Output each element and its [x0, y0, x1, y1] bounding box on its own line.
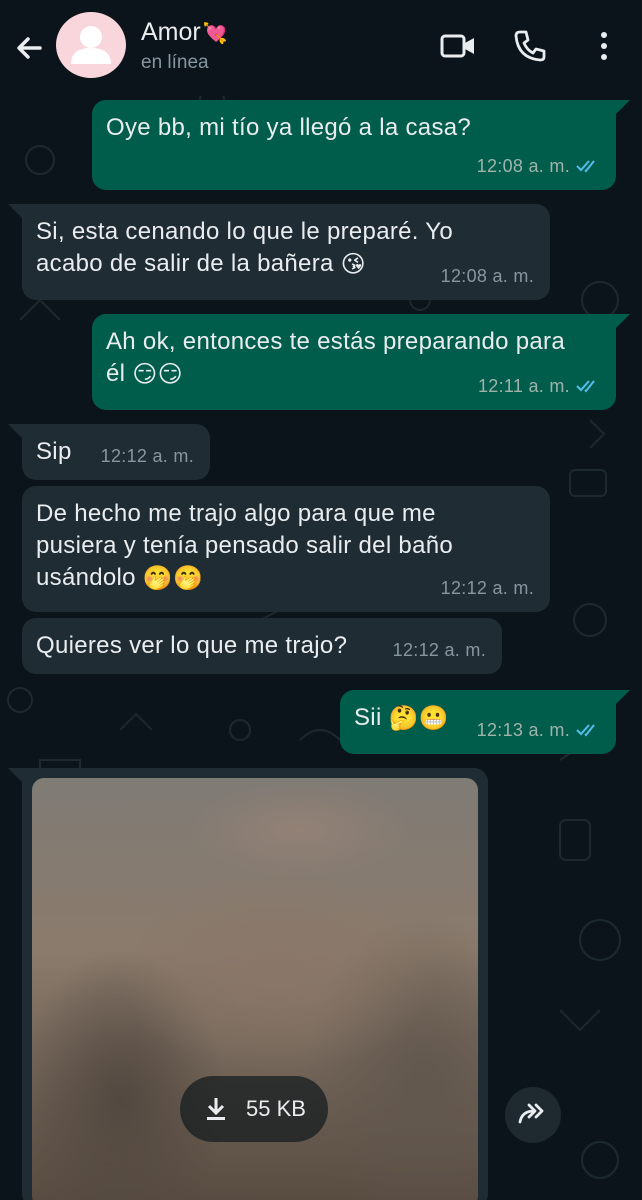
message-bubble-incoming[interactable]: Sip 12:12 a. m.	[22, 424, 210, 480]
read-receipt-icon	[576, 724, 595, 737]
message-meta: 12:08 a. m.	[441, 260, 534, 292]
message-bubble-outgoing[interactable]: Oye bb, mi tío ya llegó a la casa? 12:08…	[92, 100, 616, 190]
message-text: usándolo	[36, 564, 136, 591]
message-meta: 12:08 a. m.	[477, 150, 600, 182]
phone-icon[interactable]	[510, 26, 550, 66]
download-size: 55 KB	[246, 1096, 306, 1121]
video-call-icon[interactable]	[438, 26, 478, 66]
contact-name[interactable]: Amor 💘	[141, 18, 228, 47]
heart-emoji: 💘	[202, 23, 228, 45]
message-bubble-incoming[interactable]: Quieres ver lo que me trajo? 12:12 a. m.	[22, 618, 502, 674]
message-bubble-outgoing[interactable]: Sii 🤔😬 12:13 a. m.	[340, 690, 616, 754]
message-time: 12:13 a. m.	[476, 720, 570, 740]
message-text: Ah ok, entonces te estás preparando para	[106, 328, 565, 355]
message-emoji: 🤔😬	[388, 704, 449, 732]
message-bubble-incoming[interactable]: Si, esta cenando lo que le preparé. Yo a…	[22, 204, 550, 300]
download-button[interactable]: 55 KB	[180, 1076, 328, 1142]
message-time: 12:12 a. m.	[440, 578, 534, 598]
download-icon	[207, 1098, 226, 1120]
message-text: Si, esta cenando lo que le preparé. Yo	[36, 218, 454, 245]
message-text: De hecho me trajo algo para que me	[36, 500, 436, 527]
forward-icon	[518, 1103, 544, 1124]
chat-header: Amor 💘 en línea	[0, 0, 642, 96]
read-receipt-icon	[576, 380, 595, 393]
message-meta: 12:12 a. m.	[101, 440, 194, 472]
message-text: Sip	[36, 438, 72, 465]
message-time: 12:11 a. m.	[477, 376, 570, 396]
message-meta: 12:11 a. m.	[478, 370, 600, 402]
contact-status: en línea	[141, 52, 209, 73]
message-time: 12:12 a. m.	[392, 640, 486, 660]
message-time: 12:12 a. m.	[100, 446, 194, 466]
message-bubble-incoming[interactable]: De hecho me trajo algo para que me pusie…	[22, 486, 550, 612]
default-avatar-icon	[71, 26, 111, 64]
message-text: Quieres ver lo que me trajo?	[36, 632, 348, 659]
message-text: Sii	[354, 704, 382, 731]
avatar[interactable]	[56, 12, 126, 78]
back-arrow-icon[interactable]	[10, 28, 50, 68]
message-time: 12:08 a. m.	[476, 156, 570, 176]
message-meta: 12:12 a. m.	[393, 634, 486, 666]
message-meta: 12:13 a. m.	[477, 714, 600, 746]
message-text: acabo de salir de la bañera	[36, 250, 334, 277]
message-emoji: 🤭🤭	[142, 564, 204, 592]
message-bubble-outgoing[interactable]: Ah ok, entonces te estás preparando para…	[92, 314, 616, 410]
forward-button[interactable]	[505, 1087, 561, 1143]
message-time: 12:08 a. m.	[440, 266, 534, 286]
message-text: Oye bb, mi tío ya llegó a la casa?	[106, 114, 472, 141]
message-text: pusiera y tenía pensado salir del baño	[36, 532, 454, 559]
message-text: él	[106, 360, 126, 387]
read-receipt-icon	[576, 160, 595, 173]
message-emoji: 😘	[340, 250, 366, 278]
message-meta: 12:12 a. m.	[441, 572, 534, 604]
message-emoji: 😏😏	[132, 360, 183, 388]
more-options-icon[interactable]	[584, 26, 624, 66]
